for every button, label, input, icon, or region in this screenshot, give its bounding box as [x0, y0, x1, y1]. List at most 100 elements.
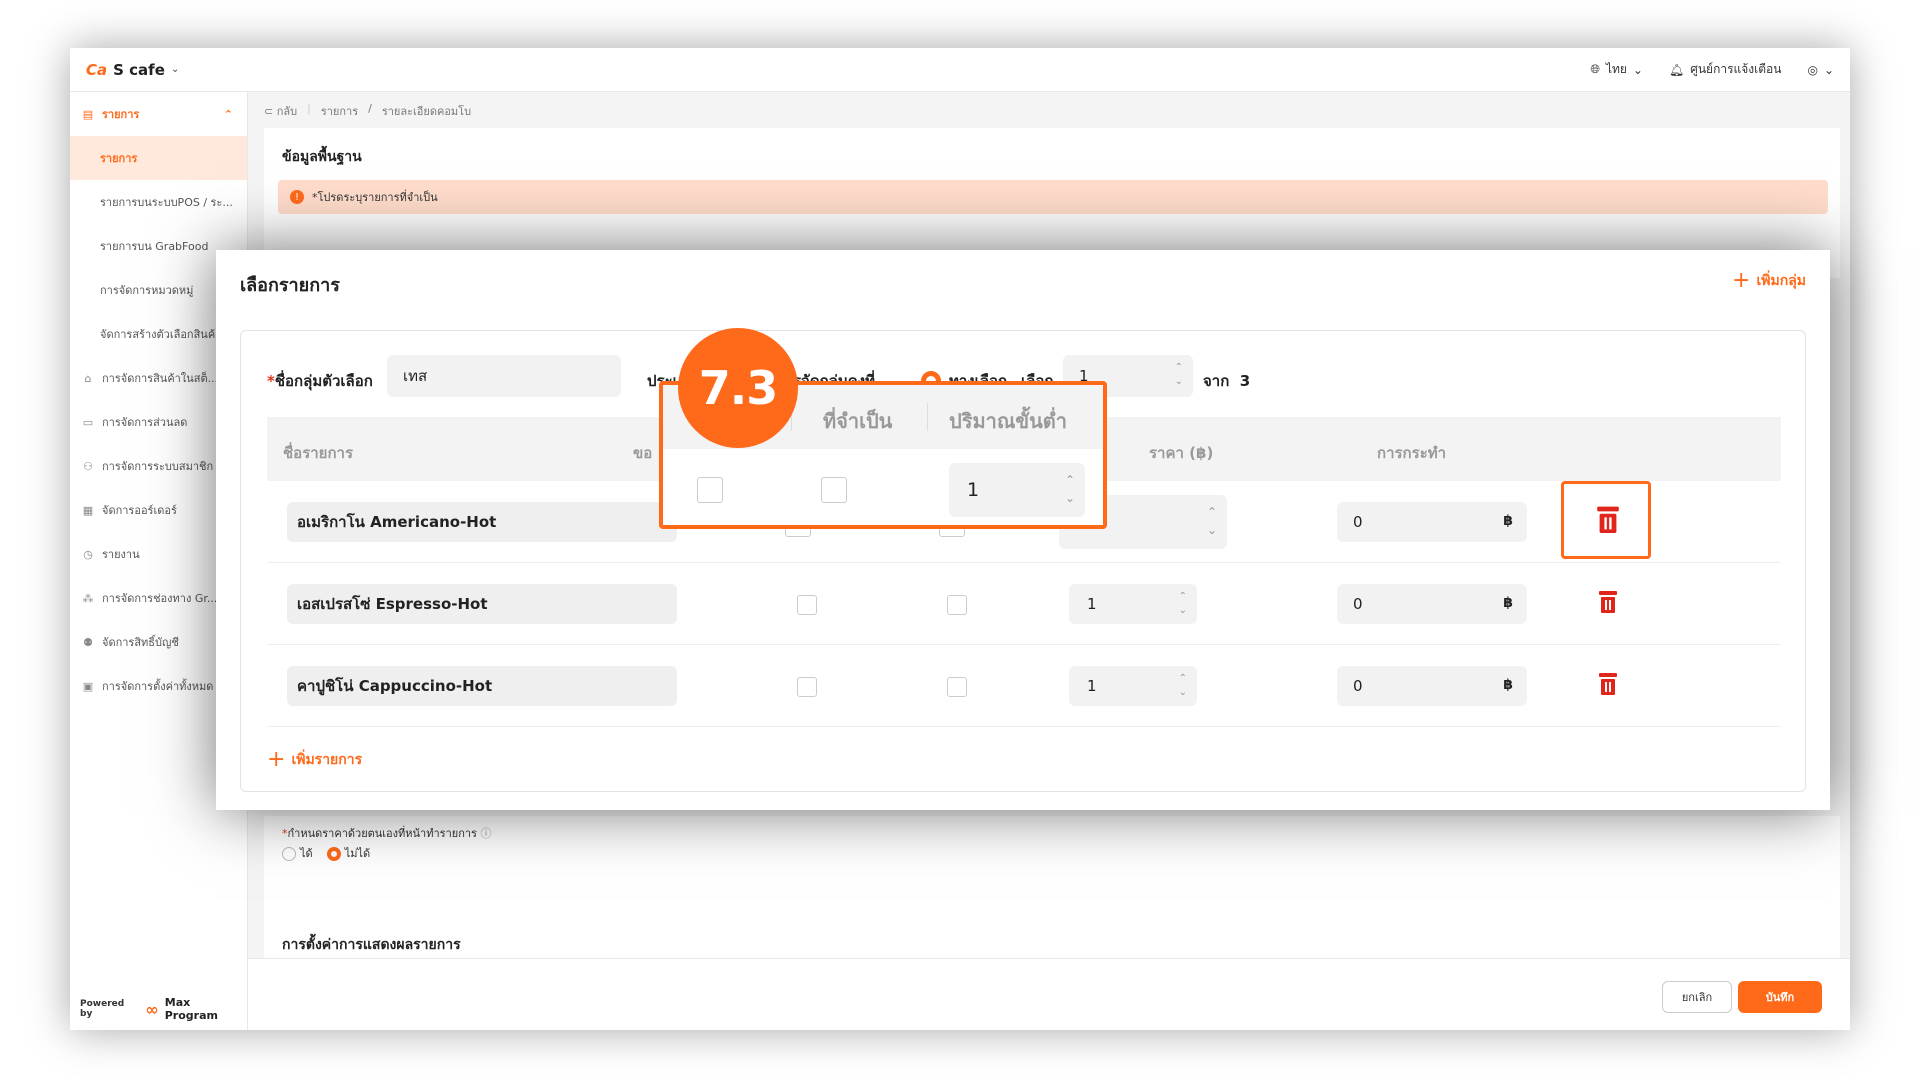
group-name-text: ชื่อกลุ่มตัวเลือก [274, 372, 373, 390]
basic-info-title: ข้อมูลพื้นฐาน [282, 149, 362, 165]
col-required: ที่จำเป็น [823, 409, 893, 433]
table-row: คาปูชิโน่ Cappuccino-Hot 1 ⌃ ⌄ 0 ฿ [267, 645, 1781, 727]
sidebar-section-items[interactable]: ▤ รายการ ⌃ [70, 92, 247, 136]
min-qty-value: 1 [1087, 595, 1097, 613]
min-qty-stepper[interactable]: 1 ⌃⌄ [949, 463, 1085, 517]
save-button[interactable]: บันทึก [1738, 981, 1822, 1013]
chevron-down-icon: ⌄ [1632, 62, 1643, 77]
stepper-arrows-icon[interactable]: ⌃ ⌄ [1179, 590, 1187, 618]
trash-icon[interactable] [1597, 673, 1619, 697]
breadcrumb-level2: รายละเอียดคอมโบ [381, 105, 472, 118]
powered-by: Powered by ∞ Max Program [80, 996, 247, 1022]
required-checkbox[interactable] [947, 595, 967, 615]
default-checkbox[interactable] [797, 677, 817, 697]
brand-name: S cafe [113, 60, 165, 79]
default-checkbox[interactable] [797, 595, 817, 615]
notification-label: ศูนย์การแจ้งเตือน [1690, 62, 1782, 76]
col-price: ราคา (฿) [1149, 444, 1214, 462]
notification-center[interactable]: 🔔︎ ศูนย์การแจ้งเตือน [1669, 60, 1781, 79]
default-checkbox[interactable] [697, 477, 723, 503]
stepper-arrows-icon[interactable]: ⌃ ⌄ [1179, 672, 1187, 700]
modal-title: เลือกรายการ [240, 275, 340, 296]
table-row: เอสเปรสโซ่ Espresso-Hot 1 ⌃ ⌄ 0 ฿ [267, 563, 1781, 645]
user-avatar-icon: ◎ [1807, 62, 1818, 77]
min-qty-stepper[interactable]: 1 ⌃⌄ [1069, 666, 1197, 706]
group-name-label: *ชื่อกลุ่มตัวเลือก [267, 369, 373, 393]
stepper-arrows-icon[interactable]: ⌃ ⌄ [1065, 471, 1075, 507]
required-alert: ! *โปรดระบุรายการที่จำเป็น [278, 180, 1828, 214]
sidebar-item-label: รายการบน GrabFood [100, 240, 209, 253]
chevron-down-icon: ⌄ [1823, 62, 1834, 77]
price-value: 0 [1353, 595, 1363, 613]
add-item-label: เพิ่มรายการ [291, 752, 363, 768]
price-value: 0 [1353, 677, 1363, 695]
price-input[interactable]: 0 ฿ [1337, 584, 1527, 624]
stepper-arrows-icon[interactable]: ⌃ ⌄ [1175, 361, 1183, 389]
sidebar-item-label: การจัดการตั้งค่าทั้งหมด [102, 680, 214, 693]
radio-selected-icon [326, 847, 341, 861]
sidebar-item-pos[interactable]: รายการบนระบบPOS / ระ... [70, 180, 247, 224]
sidebar-item-items[interactable]: รายการ [70, 136, 247, 180]
sidebar-item-label: การจัดการสินค้าในสต็... [102, 372, 219, 385]
user-menu[interactable]: ◎ ⌄ [1807, 63, 1834, 77]
radio-yes[interactable]: ได้ [282, 844, 313, 862]
price-setting-radios: ได้ ไม่ได้ [282, 844, 370, 862]
trash-icon[interactable] [1597, 591, 1619, 615]
warning-icon: ! [290, 190, 304, 204]
warehouse-icon: ⌂ [84, 371, 92, 385]
required-checkbox[interactable] [947, 677, 967, 697]
price-input[interactable]: 0 ฿ [1337, 666, 1527, 706]
discount-icon: ▭ [82, 415, 94, 429]
radio-no-label: ไม่ได้ [344, 847, 371, 860]
stepper-arrows-icon[interactable]: ⌃ ⌄ [1207, 503, 1217, 539]
sidebar-item-label: จัดการสิทธิ์บัญชี [102, 636, 179, 649]
brand-selector[interactable]: Ca S cafe ⌄ [86, 61, 179, 79]
member-icon: ⚇ [83, 459, 93, 473]
add-group-button[interactable]: + เพิ่มกลุ่ม [1732, 270, 1806, 292]
min-qty-value: 1 [967, 479, 980, 501]
sidebar-item-label: จัดการสร้างตัวเลือกสินค้า [100, 328, 222, 341]
min-qty-stepper[interactable]: 1 ⌃⌄ [1069, 584, 1197, 624]
list-icon: ▤ [82, 107, 94, 121]
required-mark: * [267, 372, 275, 390]
sidebar-section-label: รายการ [102, 108, 140, 121]
cancel-button[interactable]: ยกเลิก [1662, 981, 1732, 1013]
sidebar-item-label: การจัดการช่องทาง Gr... [102, 592, 218, 605]
group-name-input[interactable]: เทส [387, 355, 621, 397]
radio-no[interactable]: ไม่ได้ [326, 844, 371, 862]
back-link[interactable]: ⊂ กลับ [264, 102, 297, 120]
sidebar-item-label: จัดการออร์เดอร์ [102, 504, 177, 517]
min-qty-value: 1 [1087, 677, 1097, 695]
required-checkbox[interactable] [821, 477, 847, 503]
help-icon[interactable]: ⓘ [480, 827, 491, 840]
radio-yes-label: ได้ [300, 847, 313, 860]
radio-circle-icon [282, 847, 296, 861]
price-setting-label: *กำหนดราคาด้วยตนเองที่หน้าทำรายการ ⓘ [282, 824, 491, 842]
sidebar-item-label: รายงาน [102, 548, 140, 561]
sidebar-item-label: การจัดการระบบสมาชิก [102, 460, 214, 473]
highlight-delete-box [1561, 481, 1651, 559]
brand-logo-icon: Ca [86, 60, 108, 79]
language-selector[interactable]: 🌐︎ ไทย ⌄ [1590, 60, 1643, 79]
breadcrumb: ⊂ กลับ | รายการ / รายละเอียดคอมโบ [264, 102, 471, 120]
currency-symbol: ฿ [1503, 677, 1513, 693]
program-name: Max Program [164, 996, 218, 1022]
sidebar-item-label: รายการบนระบบPOS / ระ... [100, 196, 233, 209]
col-action: การกระทำ [1377, 444, 1447, 462]
channel-icon: ⁂ [82, 591, 94, 605]
top-bar: Ca S cafe ⌄ 🌐︎ ไทย ⌄ 🔔︎ ศูนย์การแจ้งเตือ… [70, 48, 1850, 92]
of-label: จาก 3 [1203, 369, 1250, 393]
price-value: 0 [1353, 513, 1363, 531]
order-icon: ▦ [82, 503, 94, 517]
add-item-button[interactable]: + เพิ่มรายการ [267, 749, 362, 771]
breadcrumb-level1[interactable]: รายการ [321, 102, 358, 120]
item-name: คาปูชิโน่ Cappuccino-Hot [287, 666, 677, 706]
item-name: อเมริกาโน Americano-Hot [287, 502, 677, 542]
price-input[interactable]: 0 ฿ [1337, 502, 1527, 542]
alert-text: *โปรดระบุรายการที่จำเป็น [312, 191, 438, 204]
plus-icon: + [1732, 268, 1751, 293]
header-divider [927, 403, 928, 431]
step-badge: 7.3 [678, 328, 798, 448]
powered-by-label: Powered by [80, 999, 125, 1019]
sidebar-item-label: การจัดการส่วนลด [102, 416, 188, 429]
